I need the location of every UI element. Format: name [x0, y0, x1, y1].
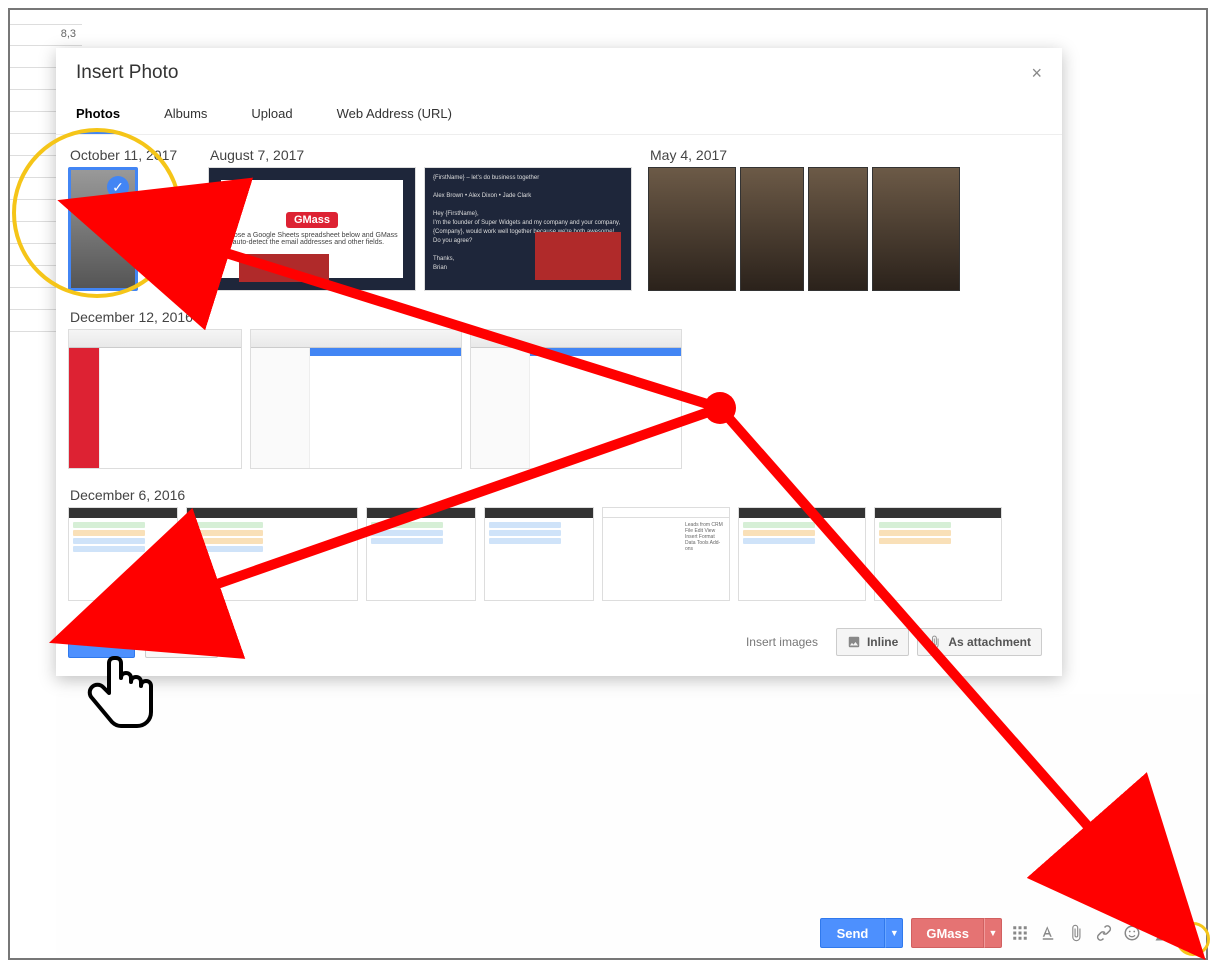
dialog-header: Insert Photo ×: [56, 48, 1062, 94]
group-date: December 6, 2016: [70, 487, 1050, 503]
emoji-icon[interactable]: [1122, 923, 1142, 943]
photo-group-aug7: August 7, 2017 GMass Choose a Google She…: [208, 141, 638, 291]
gmass-dropdown[interactable]: ▼: [984, 918, 1002, 948]
photo-thumb[interactable]: [874, 507, 1002, 601]
font-format-icon[interactable]: [1038, 923, 1058, 943]
photo-thumb[interactable]: [68, 507, 178, 601]
cancel-button[interactable]: Cancel: [145, 626, 218, 658]
send-button-group: Send ▼: [820, 918, 904, 948]
compose-toolbar: Send ▼ GMass ▼: [820, 918, 1198, 948]
photo-row-1: October 11, 2017 ✓ August 7, 2017 GMass …: [68, 141, 1050, 291]
group-date: October 11, 2017: [70, 147, 198, 163]
photo-thumb[interactable]: [186, 507, 358, 601]
dialog-footer: Insert Cancel Insert images Inline As at…: [56, 613, 1062, 676]
attach-icon: [928, 635, 942, 649]
close-button[interactable]: ×: [1031, 63, 1042, 84]
dialog-title: Insert Photo: [76, 62, 178, 84]
link-icon[interactable]: [1094, 923, 1114, 943]
photo-thumb[interactable]: [470, 329, 682, 469]
photo-thumb[interactable]: Leads from CRMFile Edit View Insert Form…: [602, 507, 730, 601]
photo-thumb-selected[interactable]: ✓: [68, 167, 138, 291]
dialog-tabs: Photos Albums Upload Web Address (URL): [56, 94, 1062, 135]
insert-photo-dialog: Insert Photo × Photos Albums Upload Web …: [56, 48, 1062, 676]
tab-upload[interactable]: Upload: [251, 98, 292, 134]
photo-group-dec6: December 6, 2016 Leads from CRMFile Edit…: [68, 481, 1050, 601]
attachment-chip[interactable]: As attachment: [917, 628, 1042, 656]
image-icon: [847, 635, 861, 649]
photo-thumb[interactable]: [740, 167, 804, 291]
insert-photo-icon[interactable]: [1178, 923, 1198, 943]
group-date: December 12, 2016: [70, 309, 1050, 325]
photo-thumb[interactable]: [738, 507, 866, 601]
photo-thumb[interactable]: GMass Choose a Google Sheets spreadsheet…: [208, 167, 416, 291]
insert-images-label: Insert images: [746, 635, 818, 649]
photo-thumb[interactable]: [366, 507, 476, 601]
photo-group-oct11: October 11, 2017 ✓: [68, 141, 198, 291]
bg-row: 8,3: [10, 24, 82, 46]
gmass-button[interactable]: GMass: [911, 918, 984, 948]
photo-thumb[interactable]: [68, 329, 242, 469]
gmass-badge: GMass: [286, 212, 338, 228]
photo-thumb[interactable]: [484, 507, 594, 601]
drive-icon[interactable]: [1150, 923, 1170, 943]
photo-thumb[interactable]: [872, 167, 960, 291]
inline-label: Inline: [867, 635, 898, 649]
group-date: August 7, 2017: [210, 147, 638, 163]
group-date: May 4, 2017: [650, 147, 1050, 163]
photo-thumb[interactable]: {FirstName} – let's do business together…: [424, 167, 632, 291]
attachment-label: As attachment: [948, 635, 1031, 649]
photo-scroll-area[interactable]: October 11, 2017 ✓ August 7, 2017 GMass …: [56, 135, 1062, 613]
send-button[interactable]: Send: [820, 918, 886, 948]
photo-thumb[interactable]: [648, 167, 736, 291]
tab-albums[interactable]: Albums: [164, 98, 207, 134]
send-dropdown[interactable]: ▼: [885, 918, 903, 948]
selection-check-icon: ✓: [107, 176, 129, 198]
formatting-icon[interactable]: [1010, 923, 1030, 943]
tab-photos[interactable]: Photos: [76, 98, 120, 134]
inline-chip[interactable]: Inline: [836, 628, 909, 656]
background-panel: [56, 694, 1206, 954]
photo-group-dec12: December 12, 2016: [68, 303, 1050, 469]
footer-right: Insert images Inline As attachment: [746, 628, 1042, 656]
photo-thumb[interactable]: [250, 329, 462, 469]
photo-group-may4: May 4, 2017: [648, 141, 1050, 291]
gmass-button-group: GMass ▼: [911, 918, 1002, 948]
attach-icon[interactable]: [1066, 923, 1086, 943]
tab-web-url[interactable]: Web Address (URL): [337, 98, 452, 134]
insert-button[interactable]: Insert: [68, 626, 135, 658]
photo-thumb[interactable]: [808, 167, 868, 291]
footer-left: Insert Cancel: [68, 626, 218, 658]
